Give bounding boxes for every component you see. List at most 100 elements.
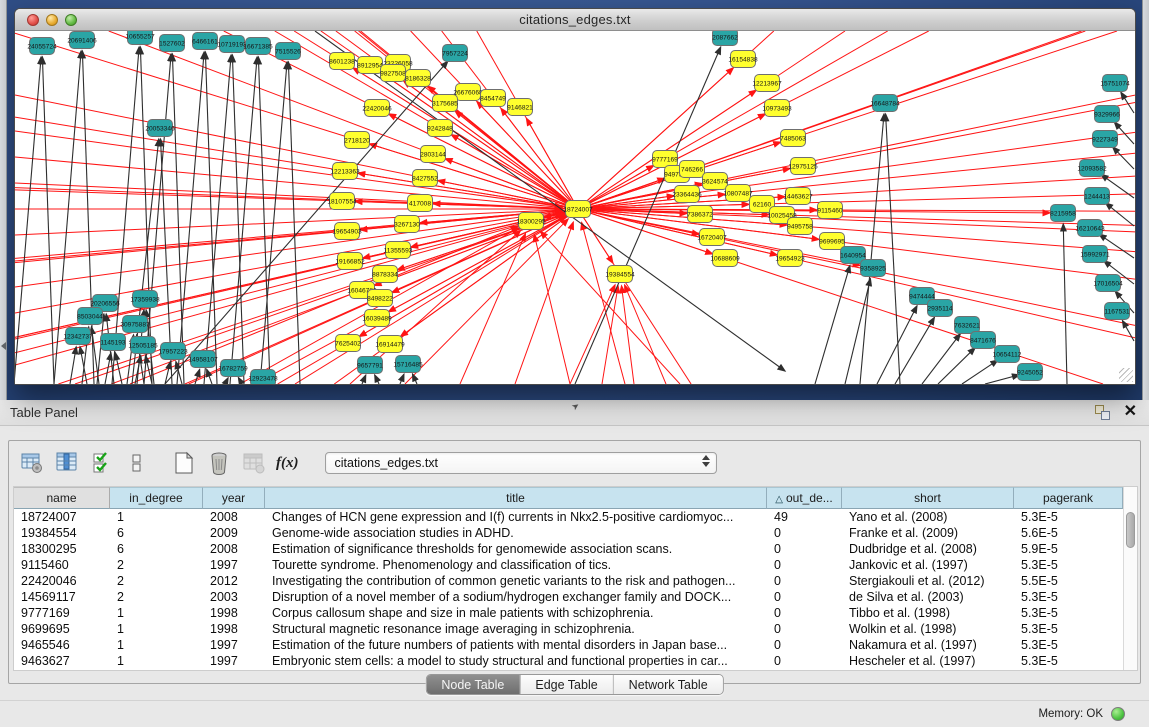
graph-node[interactable]: 10655257 — [125, 31, 155, 45]
graph-node[interactable]: 9245052 — [1017, 364, 1043, 381]
graph-node[interactable]: 8427552 — [412, 170, 438, 187]
graph-node[interactable]: 7386372 — [687, 206, 713, 223]
table-row[interactable]: 1872400712008Changes of HCN gene express… — [14, 509, 1123, 525]
graph-node[interactable]: 9227349 — [1092, 131, 1118, 148]
table-row[interactable]: 1830029562008Estimation of significance … — [14, 541, 1123, 557]
graph-node[interactable]: 1145193 — [100, 334, 126, 351]
graph-node[interactable]: 3624574 — [702, 173, 728, 190]
graph-node[interactable]: 10973493 — [762, 100, 792, 117]
graph-node[interactable]: 20691406 — [67, 32, 97, 49]
table-row[interactable]: 946554611997Estimation of the future num… — [14, 637, 1123, 653]
graph-node[interactable]: 8498222 — [367, 290, 393, 307]
graph-node[interactable]: 8471676 — [970, 332, 996, 349]
graph-node[interactable]: 19654923 — [775, 250, 805, 267]
select-all-columns-icon[interactable] — [89, 450, 115, 476]
graph-node[interactable]: 8454749 — [480, 90, 506, 107]
tab-edge-table[interactable]: Edge Table — [519, 675, 612, 694]
close-panel-icon[interactable]: ✕ — [1124, 404, 1137, 420]
graph-node[interactable]: 22420046 — [362, 100, 392, 117]
graph-node[interactable]: 12213967 — [752, 75, 782, 92]
graph-node[interactable]: 17957223 — [158, 343, 188, 360]
table-row[interactable]: 977716911998Corpus callosum shape and si… — [14, 605, 1123, 621]
graph-node[interactable]: 9242848 — [427, 120, 453, 137]
table-scrollbar[interactable] — [1123, 487, 1137, 670]
column-header-title[interactable]: title — [265, 487, 767, 509]
right-panel-strip[interactable] — [1142, 0, 1149, 400]
graph-node[interactable]: 12505185 — [128, 337, 158, 354]
graph-node[interactable]: 19166852 — [335, 253, 365, 270]
graph-node[interactable]: 6466161 — [192, 33, 218, 50]
graph-node[interactable]: 7957224 — [442, 45, 468, 62]
graph-node[interactable]: 1167531 — [1104, 303, 1130, 320]
row-selector-icon[interactable] — [124, 450, 150, 476]
graph-node[interactable]: 9699695 — [819, 233, 845, 250]
graph-node[interactable]: 2718120 — [344, 132, 370, 149]
graph-node[interactable]: 8878334 — [372, 266, 398, 283]
citation-network-graph[interactable]: 1872400718300295193845548601238891295423… — [15, 31, 1135, 384]
graph-node[interactable]: 3175685 — [432, 95, 458, 112]
graph-node[interactable]: 9115460 — [817, 202, 843, 219]
graph-node[interactable]: 20053346 — [145, 120, 175, 137]
graph-node[interactable]: 10807487 — [723, 185, 753, 202]
graph-node[interactable]: 12975125 — [788, 158, 818, 175]
graph-node[interactable]: 9657791 — [357, 357, 383, 374]
column-header-out_de[interactable]: △out_de... — [767, 487, 842, 509]
graph-node[interactable]: 16210643 — [1075, 220, 1105, 237]
window-titlebar[interactable]: citations_edges.txt — [15, 9, 1135, 31]
graph-node[interactable]: 9329966 — [1094, 106, 1120, 123]
graph-node[interactable]: 7625402 — [335, 335, 361, 352]
table-row[interactable]: 1456911722003Disruption of a novel membe… — [14, 589, 1123, 605]
graph-node[interactable]: 16039489 — [362, 310, 392, 327]
function-builder-icon[interactable]: f(x) — [276, 455, 299, 472]
new-file-icon[interactable] — [171, 450, 197, 476]
graph-node[interactable]: 3267130 — [394, 216, 420, 233]
graph-node[interactable]: 14463627 — [783, 188, 813, 205]
graph-node[interactable]: 417008 — [408, 195, 433, 212]
graph-node[interactable]: 9495758 — [787, 218, 813, 235]
graph-node[interactable]: 16154838 — [728, 51, 758, 68]
graph-node[interactable]: 18724007 — [563, 201, 593, 218]
graph-node[interactable]: 15751074 — [1100, 75, 1130, 92]
graph-node[interactable]: 16671385 — [243, 38, 273, 55]
graph-node[interactable]: 12093582 — [1077, 160, 1107, 177]
column-header-short[interactable]: short — [842, 487, 1014, 509]
tab-network-table[interactable]: Network Table — [613, 675, 723, 694]
graph-node[interactable]: 18300295 — [516, 213, 546, 230]
graph-node[interactable]: 19384554 — [605, 266, 635, 283]
graph-node[interactable]: 7485063 — [780, 130, 806, 147]
graph-node[interactable]: 12923478 — [248, 370, 278, 385]
graph-node[interactable]: 15992971 — [1080, 246, 1110, 263]
graph-node[interactable]: 16914479 — [375, 336, 405, 353]
column-header-pagerank[interactable]: pagerank — [1014, 487, 1123, 509]
graph-node[interactable]: 8601238 — [329, 53, 355, 70]
graph-node[interactable]: 9827508 — [380, 65, 406, 82]
graph-node[interactable]: 8215958 — [1050, 205, 1076, 222]
graph-node[interactable]: 16648784 — [870, 95, 900, 112]
graph-node[interactable]: 12342737 — [63, 328, 93, 345]
graph-node[interactable]: 30975887 — [120, 316, 150, 333]
network-view-window[interactable]: citations_edges.txt 18724007 18300295 1938… — [14, 8, 1136, 385]
graph-node[interactable]: 24055724 — [27, 38, 57, 55]
graph-node[interactable]: 15716485 — [393, 356, 423, 373]
graph-node[interactable]: 17359938 — [130, 291, 160, 308]
graph-node[interactable]: 2803144 — [420, 146, 446, 163]
collapse-panel-arrow-icon[interactable] — [1, 342, 6, 350]
graph-node[interactable]: 17016504 — [1093, 275, 1123, 292]
tab-node-table[interactable]: Node Table — [426, 675, 519, 694]
column-header-in_degree[interactable]: in_degree — [110, 487, 203, 509]
graph-node[interactable]: 1244413 — [1084, 188, 1110, 205]
graph-node[interactable]: 12213363 — [330, 163, 360, 180]
graph-node[interactable]: 746266 — [680, 161, 705, 178]
table-selector-dropdown[interactable]: citations_edges.txt — [325, 452, 717, 474]
graph-node[interactable]: 7515526 — [275, 43, 301, 60]
graph-node[interactable]: 14958107 — [188, 351, 218, 368]
graph-node[interactable]: 2087662 — [712, 31, 738, 46]
delete-table-icon[interactable] — [206, 450, 232, 476]
table-row[interactable]: 969969511998Structural magnetic resonanc… — [14, 621, 1123, 637]
table-row[interactable]: 946362711997Embryonic stem cells: a mode… — [14, 653, 1123, 669]
graph-node[interactable]: 18107554 — [327, 193, 357, 210]
table-row[interactable]: 911546021997Tourette syndrome. Phenomeno… — [14, 557, 1123, 573]
graph-node[interactable]: 9146821 — [507, 99, 533, 116]
graph-node[interactable]: 19654903 — [332, 223, 362, 240]
left-panel-strip[interactable] — [0, 0, 7, 400]
